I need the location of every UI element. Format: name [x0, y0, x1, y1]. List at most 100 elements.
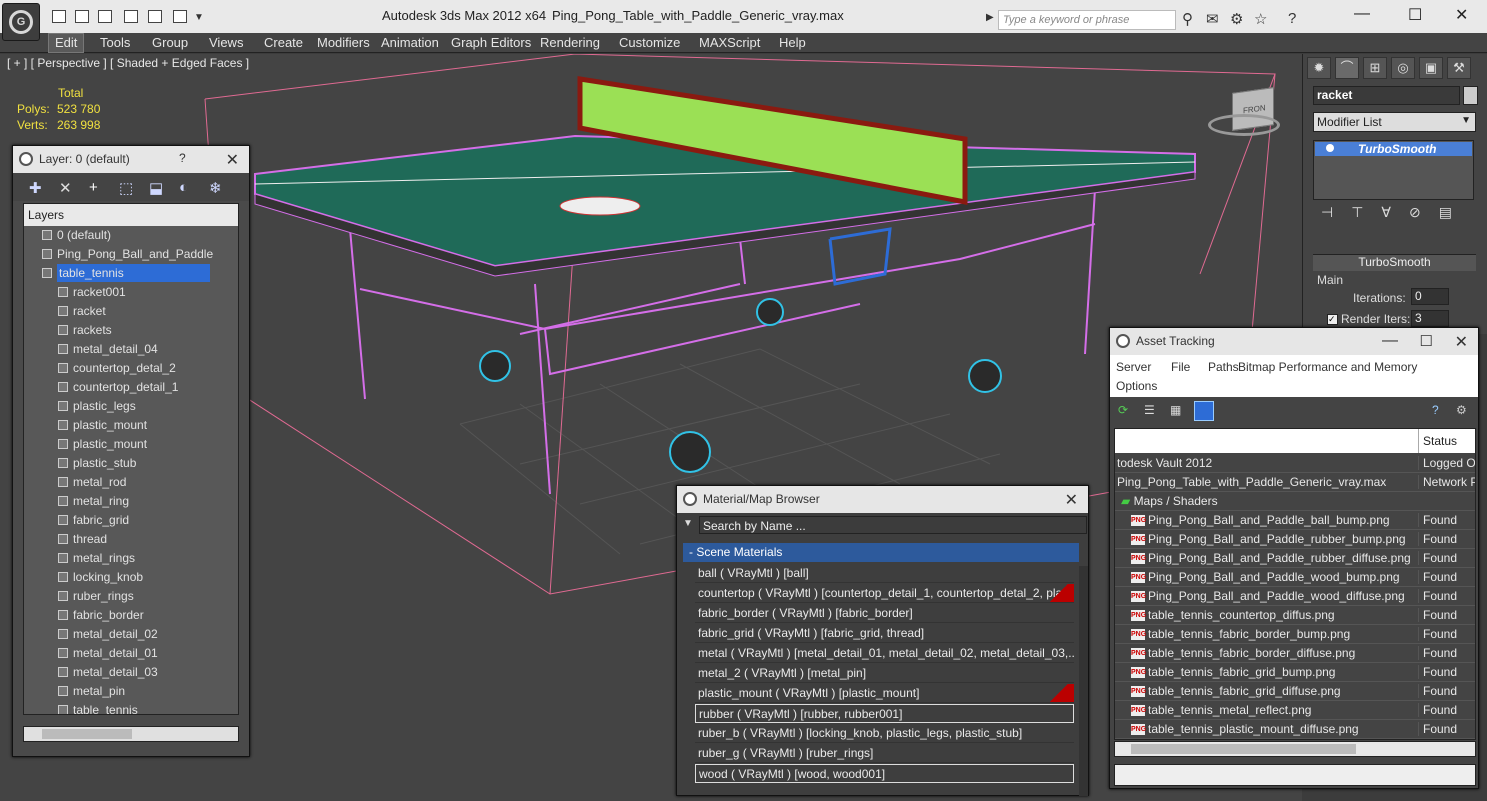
layer-object-row[interactable]: metal_rod: [24, 473, 238, 492]
asset-row[interactable]: PNG Ping_Pong_Ball_and_Paddle_rubber_bump…: [1115, 530, 1475, 549]
menu-paths[interactable]: Paths: [1208, 360, 1239, 374]
viewport-label[interactable]: [ + ] [ Perspective ] [ Shaded + Edged F…: [7, 56, 249, 70]
iterations-spinner[interactable]: 0: [1411, 288, 1449, 305]
layer-object-row[interactable]: plastic_legs: [24, 397, 238, 416]
menu-bitmap-performance[interactable]: Bitmap Performance and Memory: [1238, 360, 1417, 374]
thumbnail-view-icon[interactable]: ▦: [1170, 403, 1181, 417]
exchange-icon[interactable]: ⚙: [1230, 10, 1243, 28]
app-logo-button[interactable]: G: [2, 3, 40, 41]
layer-object-row[interactable]: fabric_border: [24, 606, 238, 625]
undo-icon[interactable]: [124, 10, 138, 23]
menu-server[interactable]: Server: [1116, 360, 1151, 374]
table-view-icon[interactable]: [1194, 401, 1214, 421]
layer-object-row[interactable]: ruber_rings: [24, 587, 238, 606]
menu-file[interactable]: File: [1171, 360, 1190, 374]
layer-object-row[interactable]: metal_detail_01: [24, 644, 238, 663]
asset-table[interactable]: Status todesk Vault 2012 Logged Out Ping_P…: [1114, 428, 1476, 740]
asset-row[interactable]: PNG Ping_Pong_Ball_and_Paddle_wood_diffus…: [1115, 587, 1475, 606]
open-file-icon[interactable]: [75, 10, 89, 23]
material-row[interactable]: metal ( VRayMtl ) [metal_detail_01, meta…: [695, 644, 1074, 663]
layer-object-row[interactable]: plastic_stub: [24, 454, 238, 473]
favorites-star-icon[interactable]: ☆: [1254, 10, 1267, 28]
menu-customize[interactable]: Customize: [619, 35, 680, 50]
material-row[interactable]: wood ( VRayMtl ) [wood, wood001]: [695, 764, 1074, 783]
layer-object-row[interactable]: plastic_mount: [24, 435, 238, 454]
settings-icon[interactable]: ⚙: [1456, 403, 1467, 417]
material-row[interactable]: fabric_grid ( VRayMtl ) [fabric_grid, th…: [695, 624, 1074, 643]
material-row[interactable]: ball ( VRayMtl ) [ball]: [695, 564, 1074, 583]
minimize-button[interactable]: —: [1382, 332, 1398, 350]
search-expand-icon[interactable]: ▶: [986, 12, 994, 23]
help-icon[interactable]: ?: [1432, 403, 1439, 417]
maximize-button[interactable]: ☐: [1420, 332, 1433, 350]
asset-row[interactable]: PNG Ping_Pong_Ball_and_Paddle_rubber_diff…: [1115, 549, 1475, 568]
refresh-icon[interactable]: ⟳: [1118, 403, 1128, 417]
layer-object-row[interactable]: metal_detail_02: [24, 625, 238, 644]
asset-horizontal-scrollbar[interactable]: [1114, 741, 1476, 757]
help-icon[interactable]: ?: [179, 151, 186, 165]
hide-all-icon[interactable]: ◐: [179, 179, 188, 196]
asset-row[interactable]: PNG table_tennis_countertop_diffus.png Fou…: [1115, 606, 1475, 625]
object-color-swatch[interactable]: [1463, 86, 1478, 105]
layer-row[interactable]: 0 (default): [24, 226, 238, 245]
modifier-list-dropdown[interactable]: Modifier List ▼: [1313, 112, 1476, 132]
menu-maxscript[interactable]: MAXScript: [699, 35, 760, 50]
layer-object-row[interactable]: countertop_detail_1: [24, 378, 238, 397]
status-column-header[interactable]: Status: [1418, 429, 1461, 453]
create-layer-icon[interactable]: ✚: [29, 179, 42, 197]
close-icon[interactable]: ✕: [1455, 332, 1468, 352]
asset-row[interactable]: PNG table_tennis_fabric_grid_bump.png Foun…: [1115, 663, 1475, 682]
project-folder-icon[interactable]: [173, 10, 187, 23]
menu-options[interactable]: Options: [1116, 379, 1157, 393]
layer-object-row[interactable]: locking_knob: [24, 568, 238, 587]
material-row[interactable]: metal_2 ( VRayMtl ) [metal_pin]: [695, 664, 1074, 683]
render-iters-spinner[interactable]: 3: [1411, 310, 1449, 327]
material-browser-titlebar[interactable]: Material/Map Browser ✕: [677, 486, 1088, 513]
create-tab-icon[interactable]: ✹: [1307, 57, 1331, 79]
layer-object-row[interactable]: rackets: [24, 321, 238, 340]
render-iters-checkbox[interactable]: ✓: [1327, 314, 1338, 325]
asset-row[interactable]: Ping_Pong_Table_with_Paddle_Generic_vray…: [1115, 473, 1475, 492]
minimize-button[interactable]: —: [1354, 5, 1370, 23]
maximize-button[interactable]: ☐: [1408, 5, 1422, 25]
delete-layer-icon[interactable]: ✕: [59, 179, 72, 197]
material-row[interactable]: fabric_border ( VRayMtl ) [fabric_border…: [695, 604, 1074, 623]
redo-icon[interactable]: [148, 10, 162, 23]
layer-object-row[interactable]: racket001: [24, 283, 238, 302]
stack-tools[interactable]: ⊣⊤∀⊘▤: [1313, 204, 1476, 228]
scroll-thumb[interactable]: [1131, 744, 1356, 754]
menu-views[interactable]: Views: [209, 35, 243, 50]
asset-row[interactable]: PNG table_tennis_metal_reflect.png Found: [1115, 701, 1475, 720]
menu-rendering[interactable]: Rendering: [540, 35, 600, 50]
communication-icon[interactable]: ✉: [1206, 10, 1219, 28]
menu-tools[interactable]: Tools: [100, 35, 130, 50]
layer-object-row[interactable]: metal_ring: [24, 492, 238, 511]
material-row[interactable]: ruber_b ( VRayMtl ) [locking_knob, plast…: [695, 724, 1074, 743]
material-row[interactable]: ruber_g ( VRayMtl ) [ruber_rings]: [695, 744, 1074, 763]
scene-materials-group[interactable]: - Scene Materials: [683, 543, 1079, 562]
binoculars-icon[interactable]: ⚲: [1182, 10, 1193, 28]
layer-object-row[interactable]: table_tennis: [24, 701, 238, 714]
menu-animation[interactable]: Animation: [381, 35, 439, 50]
modifier-stack-item[interactable]: TurboSmooth: [1315, 142, 1472, 156]
layer-row[interactable]: Ping_Pong_Ball_and_Paddle: [24, 245, 238, 264]
layer-object-row[interactable]: metal_rings: [24, 549, 238, 568]
material-row[interactable]: plastic_mount ( VRayMtl ) [plastic_mount…: [695, 684, 1074, 703]
layer-list[interactable]: Layers 0 (default) Ping_Pong_Ball_and_Pad…: [23, 203, 239, 715]
asset-row[interactable]: PNG table_tennis_fabric_border_diffuse.pn…: [1115, 644, 1475, 663]
rollout-title[interactable]: TurboSmooth: [1313, 255, 1476, 271]
help-icon[interactable]: ?: [1288, 10, 1296, 27]
layer-horizontal-scrollbar[interactable]: [23, 726, 239, 742]
layer-object-row[interactable]: metal_pin: [24, 682, 238, 701]
new-file-icon[interactable]: [52, 10, 66, 23]
highlight-layer-icon[interactable]: ⬓: [149, 179, 163, 197]
layer-panel-titlebar[interactable]: Layer: 0 (default) ? ✕: [13, 146, 249, 173]
close-icon[interactable]: ✕: [226, 150, 239, 170]
layer-object-row[interactable]: thread: [24, 530, 238, 549]
asset-row[interactable]: PNG table_tennis_plastic_mount_diffuse.pn…: [1115, 720, 1475, 739]
scroll-thumb[interactable]: [42, 729, 132, 739]
asset-row[interactable]: ▰ Maps / Shaders: [1115, 492, 1475, 511]
material-search-input[interactable]: Search by Name ...: [699, 516, 1087, 534]
layer-object-row[interactable]: racket: [24, 302, 238, 321]
layer-object-row[interactable]: metal_detail_03: [24, 663, 238, 682]
